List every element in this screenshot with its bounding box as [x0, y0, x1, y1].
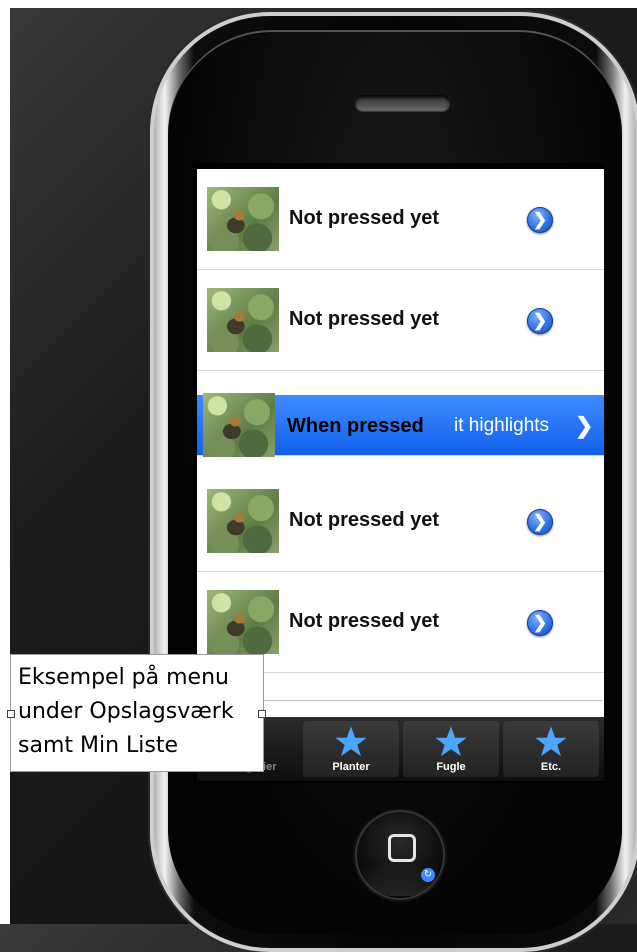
annotation-line: under Opslagsværk [18, 699, 234, 724]
tab-etc[interactable]: Etc. [503, 721, 599, 777]
disclosure-button-icon[interactable]: ❯ [527, 308, 553, 334]
list-item[interactable]: Not pressed yet ❯ [197, 471, 604, 572]
earpiece-speaker [355, 95, 450, 111]
tab-label: Etc. [540, 761, 562, 773]
disclosure-button-icon[interactable]: ❯ [527, 610, 553, 636]
list-item-label: When pressed [287, 415, 424, 437]
resize-handle-left[interactable] [7, 710, 15, 718]
resize-handle-right[interactable] [258, 710, 266, 718]
table-list: Not pressed yet ❯ Not pressed yet ❯ When… [197, 169, 604, 723]
bird-thumbnail [207, 590, 279, 654]
disclosure-button-icon[interactable]: ❯ [527, 509, 553, 535]
annotation-textbox[interactable]: Eksempel på menu under Opslagsværk samt … [7, 654, 266, 772]
tab-fugle[interactable]: Fugle [403, 721, 499, 777]
list-item[interactable]: Not pressed yet ❯ [197, 270, 604, 371]
disclosure-button-icon[interactable]: ❯ [527, 207, 553, 233]
tab-planter[interactable]: Planter [303, 721, 399, 777]
tab-label: Planter [332, 761, 370, 773]
bird-thumbnail [203, 393, 275, 457]
tab-label: Fugle [436, 761, 466, 773]
list-item-label: Not pressed yet [289, 308, 440, 330]
list-item[interactable]: Not pressed yet ❯ [197, 169, 604, 270]
bird-thumbnail [207, 489, 279, 553]
list-item-selected[interactable]: When pressed it highlights ❯ [197, 393, 604, 457]
star-icon [335, 726, 367, 757]
bird-thumbnail [207, 288, 279, 352]
home-square-icon [388, 834, 416, 862]
chevron-right-icon: ❯ [575, 413, 594, 438]
left-border [0, 0, 10, 924]
home-button[interactable]: ↻ [355, 810, 445, 900]
list-item-label: Not pressed yet [289, 610, 440, 632]
top-border [0, 0, 637, 8]
star-icon [535, 726, 567, 757]
list-item-label: Not pressed yet [289, 207, 440, 229]
divider-line [262, 700, 602, 701]
annotation-line: samt Min Liste [18, 733, 179, 758]
annotation-line: Eksempel på menu [18, 665, 229, 690]
bird-thumbnail [207, 187, 279, 251]
highlight-hint: it highlights [454, 415, 550, 436]
refresh-badge-icon: ↻ [421, 868, 435, 882]
star-icon [435, 726, 467, 757]
list-item-label: Not pressed yet [289, 509, 440, 531]
